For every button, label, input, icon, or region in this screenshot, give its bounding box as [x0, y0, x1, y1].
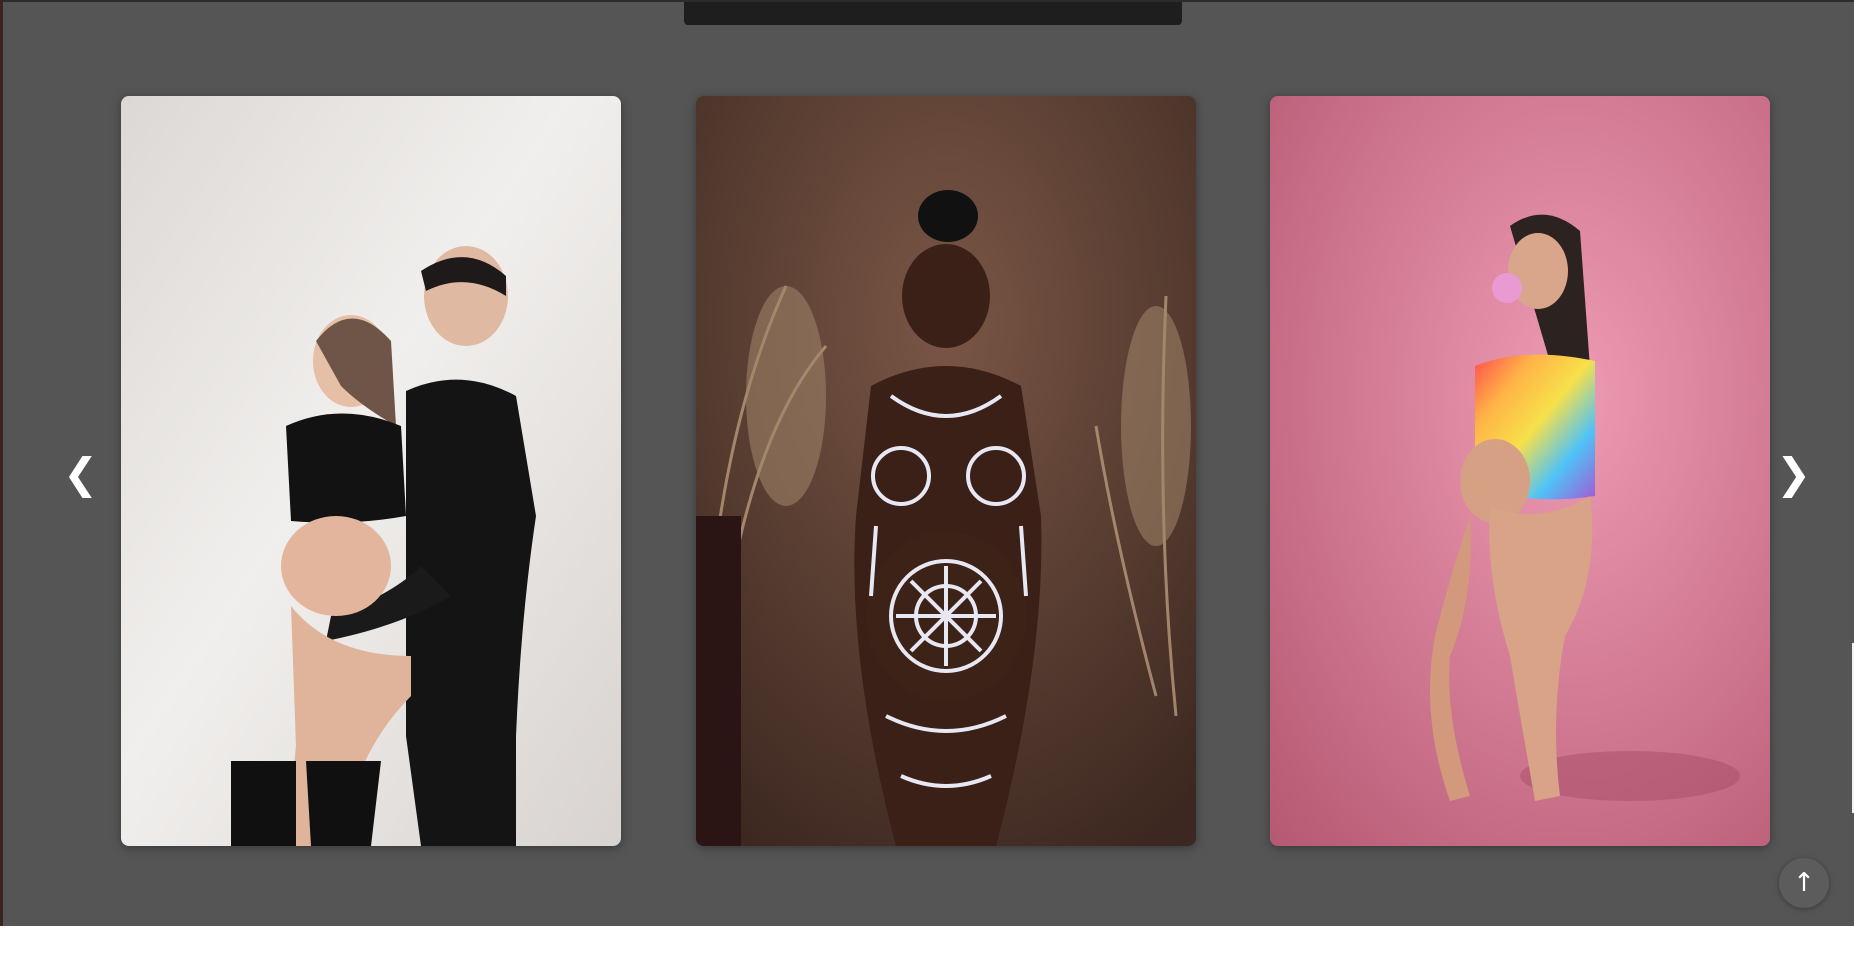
gallery-image-2[interactable] — [696, 96, 1196, 846]
page: ❮ ❯ ↑ — [0, 0, 1854, 963]
scroll-to-top-button[interactable]: ↑ — [1779, 858, 1829, 908]
body-paint-maternity-photo — [696, 96, 1196, 846]
carousel-prev-button[interactable]: ❮ — [63, 450, 98, 498]
caption-bar — [684, 2, 1182, 25]
pink-backdrop-maternity-photo — [1270, 96, 1770, 846]
couple-maternity-photo — [121, 96, 621, 846]
gallery-image-1[interactable] — [121, 96, 621, 846]
arrow-up-icon: ↑ — [1793, 868, 1815, 898]
photo-gallery-carousel: ❮ ❯ ↑ — [3, 2, 1854, 926]
carousel-next-button[interactable]: ❯ — [1776, 450, 1811, 498]
gallery-image-3[interactable] — [1270, 96, 1770, 846]
